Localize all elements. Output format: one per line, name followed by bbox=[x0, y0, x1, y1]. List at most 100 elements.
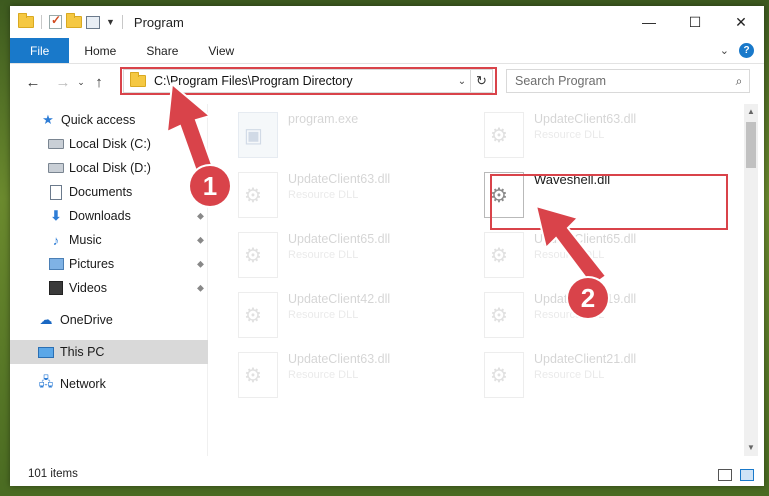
dll-file-icon bbox=[484, 232, 524, 278]
file-list: program.exe UpdateClient63.dll Resource … bbox=[216, 104, 746, 456]
customize-toolbar-icon[interactable]: ▼ bbox=[106, 17, 115, 27]
file-item[interactable]: program.exe bbox=[216, 108, 446, 164]
sidebar-item-label: Documents bbox=[69, 185, 133, 199]
dll-file-icon bbox=[238, 232, 278, 278]
file-type: Resource DLL bbox=[288, 249, 359, 261]
tab-share[interactable]: Share bbox=[131, 38, 193, 63]
window-controls: — ☐ ✕ bbox=[626, 6, 764, 38]
file-item[interactable]: UpdateClient65.dll Resource DLL bbox=[462, 228, 692, 284]
file-type: Resource DLL bbox=[534, 249, 605, 261]
scrollbar-thumb[interactable] bbox=[746, 122, 756, 168]
navigation-bar: ← → ⌄ ↑ C:\Program Files\Program Directo… bbox=[10, 64, 764, 100]
sidebar-item-onedrive[interactable]: ☁ OneDrive bbox=[10, 308, 208, 332]
tab-file[interactable]: File bbox=[10, 38, 70, 63]
back-button[interactable]: ← bbox=[22, 74, 44, 91]
pin-icon: ⬥ bbox=[197, 138, 204, 150]
videos-icon bbox=[48, 280, 64, 296]
properties-check-icon[interactable] bbox=[49, 13, 62, 29]
refresh-button[interactable]: ↻ bbox=[470, 70, 492, 92]
vertical-scrollbar[interactable]: ▲ ▼ bbox=[744, 104, 758, 456]
pin-icon: ⬥ bbox=[197, 210, 204, 222]
dll-file-icon bbox=[238, 352, 278, 398]
file-name: UpdateClient63.dll bbox=[288, 172, 391, 186]
sidebar-item-label: Music bbox=[69, 233, 102, 247]
ribbon-right-controls: ⌄ ? bbox=[720, 38, 764, 63]
scroll-down-icon[interactable]: ▼ bbox=[744, 440, 758, 456]
sidebar-item-downloads[interactable]: ⬇ Downloads ⬥ bbox=[10, 204, 208, 228]
sidebar-item-pictures[interactable]: Pictures ⬥ bbox=[10, 252, 208, 276]
file-name: Waveshell.dll bbox=[534, 172, 611, 187]
pc-icon bbox=[38, 344, 54, 360]
dll-file-icon bbox=[238, 172, 278, 218]
scroll-up-icon[interactable]: ▲ bbox=[744, 104, 758, 120]
large-icons-view-icon[interactable] bbox=[740, 469, 754, 481]
close-button[interactable]: ✕ bbox=[718, 6, 764, 38]
search-input[interactable]: Search Program bbox=[515, 74, 729, 88]
sidebar-item-local-disk-d[interactable]: Local Disk (D:) bbox=[10, 156, 208, 180]
file-name: UpdateClient63.dll bbox=[534, 112, 637, 126]
file-item-highlighted[interactable]: Waveshell.dll bbox=[462, 168, 692, 224]
recent-locations-button[interactable]: ⌄ bbox=[74, 77, 88, 88]
cloud-icon: ☁ bbox=[39, 312, 53, 327]
file-item[interactable]: UpdateClient65.dll Resource DLL bbox=[216, 228, 446, 284]
address-bar[interactable]: C:\Program Files\Program Directory ⌄ ↻ bbox=[123, 69, 493, 93]
folder-icon bbox=[130, 72, 146, 87]
file-type: Resource DLL bbox=[288, 189, 359, 201]
tab-view[interactable]: View bbox=[193, 38, 249, 63]
forward-button[interactable]: → bbox=[52, 74, 74, 91]
view-toggle bbox=[718, 469, 754, 481]
pictures-icon bbox=[48, 256, 64, 272]
drive-icon bbox=[48, 136, 64, 152]
file-item[interactable]: UpdateClient63.dll Resource DLL bbox=[216, 348, 446, 404]
sidebar-item-local-disk-c[interactable]: Local Disk (C:) ⬥ bbox=[10, 132, 208, 156]
file-item[interactable]: UpdateClient63.dll Resource DLL bbox=[216, 168, 446, 224]
sidebar-item-network[interactable]: 🖧 Network bbox=[10, 372, 208, 396]
pin-icon: ⬥ bbox=[197, 282, 204, 294]
file-name: program.exe bbox=[288, 112, 359, 126]
sidebar-item-quick-access[interactable]: ★ Quick access bbox=[10, 108, 208, 132]
address-dropdown-button[interactable]: ⌄ bbox=[454, 76, 470, 87]
toolbar-divider bbox=[121, 15, 123, 29]
up-button[interactable]: ↑ bbox=[88, 74, 110, 91]
file-item[interactable]: UpdateClient63.dll Resource DLL bbox=[462, 108, 692, 164]
navigation-pane: ★ Quick access Local Disk (C:) ⬥ Local D… bbox=[10, 104, 208, 456]
drive-icon bbox=[48, 160, 64, 176]
pin-icon: ⬥ bbox=[197, 258, 204, 270]
sidebar-item-documents[interactable]: Documents ⬥ bbox=[10, 180, 208, 204]
title-bar: ▼ Program — ☐ ✕ bbox=[10, 6, 764, 38]
tab-home[interactable]: Home bbox=[69, 38, 131, 63]
new-folder-icon[interactable] bbox=[66, 13, 82, 28]
folder-icon bbox=[18, 13, 34, 28]
file-name: UpdateClient65.dll bbox=[534, 232, 637, 246]
sidebar-item-label: OneDrive bbox=[60, 313, 113, 327]
search-box[interactable]: Search Program ⌕ bbox=[506, 69, 750, 93]
search-icon[interactable]: ⌕ bbox=[729, 74, 749, 89]
ribbon-tabs: File Home Share View ⌄ ? bbox=[10, 38, 764, 64]
step-1-badge: 1 bbox=[190, 166, 230, 206]
dll-file-icon bbox=[484, 172, 524, 218]
status-bar: 101 items bbox=[10, 462, 764, 486]
sidebar-item-videos[interactable]: Videos ⬥ bbox=[10, 276, 208, 300]
file-item[interactable]: UpdateClient21.dll Resource DLL bbox=[462, 348, 692, 404]
expand-ribbon-icon[interactable]: ⌄ bbox=[720, 44, 729, 57]
address-path[interactable]: C:\Program Files\Program Directory bbox=[154, 74, 454, 88]
download-icon: ⬇ bbox=[50, 208, 62, 223]
pin-icon: ⬥ bbox=[197, 234, 204, 246]
minimize-button[interactable]: — bbox=[626, 6, 672, 38]
sidebar-item-music[interactable]: ♪ Music ⬥ bbox=[10, 228, 208, 252]
file-type: Resource DLL bbox=[534, 129, 605, 141]
item-count: 101 items bbox=[28, 468, 78, 480]
dll-file-icon bbox=[484, 352, 524, 398]
quick-access-toolbar: ▼ bbox=[18, 13, 126, 29]
details-view-icon[interactable] bbox=[718, 469, 732, 481]
sidebar-item-label: Quick access bbox=[61, 113, 136, 127]
help-icon[interactable]: ? bbox=[739, 43, 754, 58]
file-item[interactable]: UpdateClient42.dll Resource DLL bbox=[216, 288, 446, 344]
sidebar-item-this-pc[interactable]: This PC bbox=[10, 340, 208, 364]
file-name: UpdateClient65.dll bbox=[288, 232, 391, 246]
network-icon: 🖧 bbox=[38, 374, 54, 389]
properties-icon[interactable] bbox=[86, 15, 100, 29]
maximize-button[interactable]: ☐ bbox=[672, 6, 718, 38]
music-icon: ♪ bbox=[52, 232, 60, 248]
file-explorer-window: ▼ Program — ☐ ✕ File Home Share View ⌄ ?… bbox=[10, 6, 764, 486]
